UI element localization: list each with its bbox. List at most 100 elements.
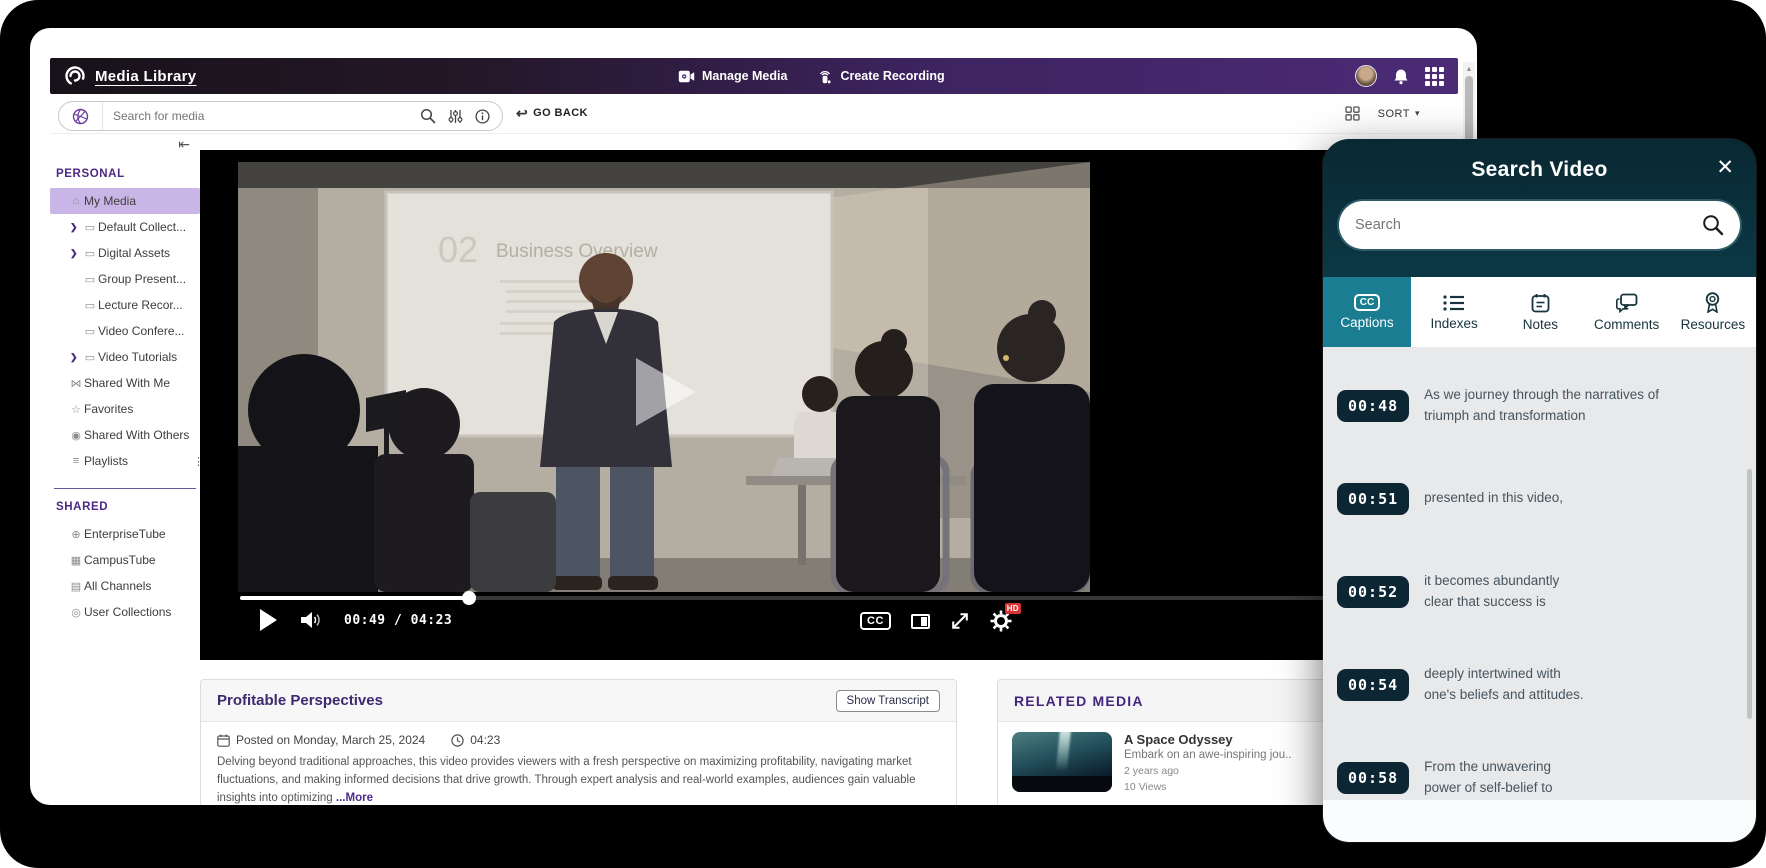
search-icon[interactable] (420, 108, 436, 124)
caption-row[interactable]: 00:48 As we journey through the narrativ… (1337, 359, 1756, 452)
sidebar-item-video-conferences[interactable]: ❯ ▭ Video Confere... (50, 318, 200, 344)
theater-mode-icon[interactable] (910, 613, 930, 629)
sidebar-item-all-channels[interactable]: ❯ ▤ All Channels (50, 573, 200, 599)
app-title: Media Library (95, 67, 197, 85)
sidebar-item-shared-with-me[interactable]: ❯ ⋈ Shared With Me (50, 370, 200, 396)
captions-toggle-button[interactable]: CC (860, 612, 891, 630)
sidebar-item-campustube[interactable]: ❯ ▦ CampusTube (50, 547, 200, 573)
sidebar-personal-list: ❯ ⌂ My Media ❯ ▭ Default Collect... ❯ (50, 188, 204, 474)
play-button[interactable] (258, 608, 278, 632)
caption-row[interactable]: 00:51 presented in this video, (1337, 452, 1756, 545)
seek-knob[interactable] (461, 591, 476, 605)
sidebar-item-icon: ▭ (84, 325, 96, 338)
tab-notes[interactable]: Notes (1497, 277, 1583, 347)
video-frame[interactable]: 02 Business Overview (238, 162, 1090, 592)
sidebar-item-video-tutorials[interactable]: ❯ ▭ Video Tutorials (50, 344, 200, 370)
sidebar-section-shared: SHARED (56, 501, 109, 513)
caption-text: deeply intertwined with one's beliefs an… (1424, 666, 1584, 702)
sort-dropdown[interactable]: SORT ▾ (1378, 108, 1420, 120)
go-back-label: GO BACK (533, 107, 588, 119)
media-search-input[interactable] (103, 109, 420, 123)
chevron-right-icon[interactable]: ❯ (70, 248, 82, 259)
time-display: 00:49 / 04:23 (344, 613, 452, 628)
back-arrow-icon: ↩ (516, 105, 529, 121)
sidebar-item-label: Digital Assets (98, 246, 171, 260)
tab-captions[interactable]: CC Captions (1323, 277, 1411, 347)
sidebar-collapse-icon[interactable]: ⇤ (50, 136, 200, 156)
sort-label: SORT (1377, 107, 1410, 120)
sidebar-item-icon: ⋈ (70, 377, 82, 390)
tab-resources[interactable]: Resources (1670, 277, 1756, 347)
caption-timestamp[interactable]: 00:48 (1337, 389, 1410, 422)
sidebar-item-default-collections[interactable]: ❯ ▭ Default Collect... (50, 214, 200, 240)
video-details-header: Profitable Perspectives Show Transcript (201, 680, 956, 722)
captions-icon: CC (1353, 294, 1381, 311)
sidebar-item-lecture-recordings[interactable]: ❯ ▭ Lecture Recor... (50, 292, 200, 318)
sidebar-item-icon: ◉ (71, 429, 81, 442)
sidebar-item-digital-assets[interactable]: ❯ ▭ Digital Assets (50, 240, 200, 266)
tab-indexes[interactable]: Indexes (1411, 277, 1497, 347)
search-icon[interactable] (1702, 214, 1724, 236)
player-controls-left: 00:49 / 04:23 (258, 608, 452, 632)
resources-award-icon (1706, 292, 1720, 313)
close-icon[interactable]: ✕ (1716, 157, 1734, 178)
sidebar-item-label: Group Present... (98, 272, 187, 286)
search-bar-icons (420, 108, 502, 124)
media-search-bar (58, 101, 503, 131)
caption-timestamp[interactable]: 00:54 (1337, 668, 1410, 701)
video-player[interactable]: 02 Business Overview 00:49 / 04:23 CC HD (200, 150, 1458, 660)
caption-row[interactable]: 00:52 it becomes abundantly clear that s… (1337, 545, 1756, 638)
manage-media-button[interactable]: Manage Media (678, 69, 787, 83)
caption-timestamp[interactable]: 00:58 (1337, 761, 1410, 794)
chevron-down-icon: ▾ (1414, 108, 1420, 118)
caption-row[interactable]: 00:54 deeply intertwined with one's beli… (1337, 638, 1756, 731)
sidebar-item-favorites[interactable]: ❯ ☆ Favorites (50, 396, 200, 422)
volume-icon[interactable] (300, 611, 322, 629)
apps-grid-icon[interactable] (1425, 66, 1444, 86)
slide-number: 02 (438, 229, 478, 270)
show-transcript-button[interactable]: Show Transcript (835, 689, 940, 712)
create-recording-button[interactable]: Create Recording (817, 69, 945, 84)
seek-bar[interactable] (240, 591, 1445, 605)
captions-scrollbar[interactable] (1747, 469, 1752, 719)
more-link[interactable]: ...More (336, 792, 373, 804)
scope-globe-icon[interactable] (59, 102, 103, 130)
caption-timestamp[interactable]: 00:51 (1337, 482, 1410, 515)
grid-view-icon[interactable] (1344, 106, 1360, 121)
sidebar-item-label: User Collections (84, 605, 172, 619)
caption-timestamp[interactable]: 00:52 (1337, 575, 1410, 608)
scrollbar-up-arrow[interactable]: ▴ (1463, 62, 1475, 73)
panel-search-bar (1339, 201, 1740, 249)
related-thumbnail[interactable] (1012, 732, 1112, 792)
chevron-right-icon[interactable]: ❯ (70, 222, 82, 233)
filters-sliders-icon[interactable] (448, 109, 463, 124)
notifications-bell-icon[interactable] (1393, 68, 1409, 85)
related-title: A Space Odyssey (1124, 732, 1233, 747)
sidebar-item-shared-with-others[interactable]: ❯ ◉ Shared With Others (50, 422, 200, 448)
sidebar-item-playlists[interactable]: ❯ ≡ Playlists ⋮ (50, 448, 204, 474)
sidebar-item-user-collections[interactable]: ❯ ◎ User Collections (50, 599, 200, 625)
caption-text: presented in this video, (1424, 490, 1563, 506)
sidebar-item-label: All Channels (84, 579, 152, 593)
info-icon[interactable] (475, 108, 490, 124)
tab-comments[interactable]: Comments (1584, 277, 1670, 347)
sidebar-item-icon: ☆ (71, 403, 81, 416)
tab-indexes-label: Indexes (1430, 315, 1478, 331)
go-back-button[interactable]: ↩ GO BACK (516, 106, 588, 120)
sidebar-item-icon: ⊕ (71, 528, 81, 541)
chevron-right-icon[interactable]: ❯ (70, 352, 82, 363)
panel-search-input[interactable] (1355, 217, 1702, 233)
user-avatar[interactable] (1355, 65, 1377, 87)
panel-footer (1323, 800, 1756, 842)
sidebar-item-icon: ▦ (70, 554, 82, 567)
settings-gear-icon[interactable]: HD (990, 603, 1021, 632)
sidebar-item-enterprisetube[interactable]: ❯ ⊕ EnterpriseTube (50, 521, 200, 547)
header-actions: Manage Media Create Recording (678, 69, 945, 84)
brand-swirl-icon (65, 66, 85, 86)
hd-quality-badge: HD (1004, 603, 1021, 614)
sidebar-item-my-media[interactable]: ❯ ⌂ My Media (50, 188, 200, 214)
sidebar-item-group-presentations[interactable]: ❯ ▭ Group Present... (50, 266, 200, 292)
fullscreen-icon[interactable] (950, 611, 970, 631)
caption-row[interactable]: 00:58 From the unwavering power of self-… (1337, 731, 1756, 800)
app-logo[interactable]: Media Library (50, 65, 196, 87)
